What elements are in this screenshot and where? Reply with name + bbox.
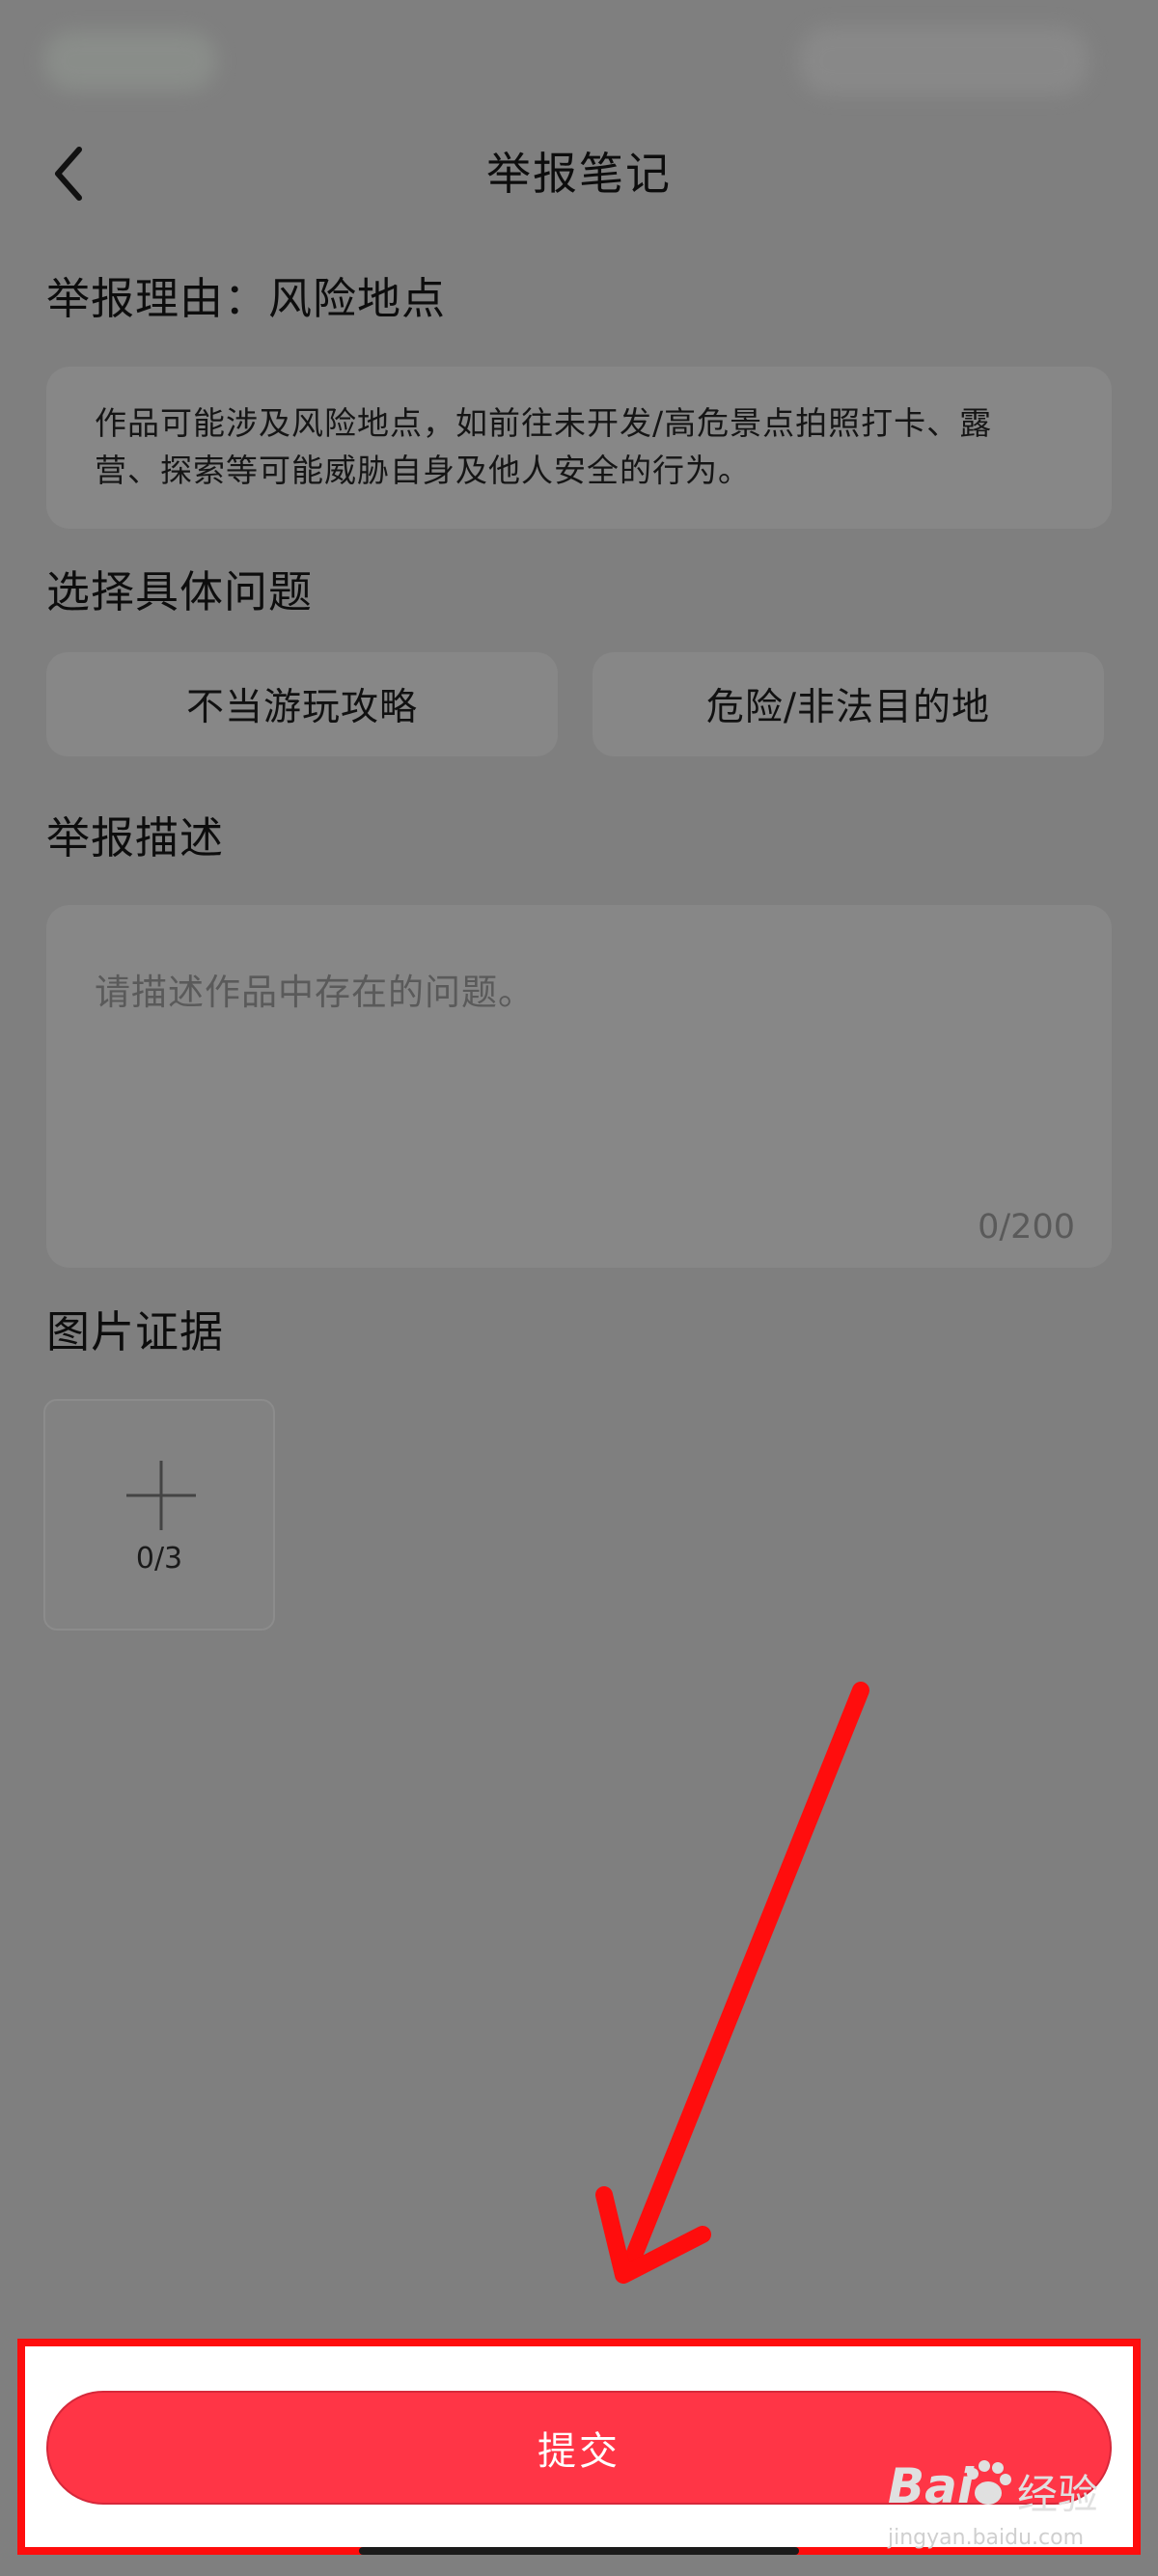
page-title: 举报笔记 <box>486 148 672 200</box>
image-count: 0/3 <box>135 1542 183 1576</box>
paw-icon <box>967 2460 1011 2505</box>
reason-description-box: 作品可能涉及风险地点，如前往未开发/高危景点拍照打卡、露 营、探索等可能威胁自身… <box>46 367 1112 529</box>
select-issue-label: 选择具体问题 <box>46 566 314 617</box>
plus-icon <box>126 1461 196 1530</box>
report-reason-label: 举报理由：风险地点 <box>46 273 447 324</box>
issue-option-inappropriate-travel-guide[interactable]: 不当游玩攻略 <box>46 652 558 756</box>
watermark-url: jingyan.baidu.com <box>888 2526 1085 2550</box>
watermark-product: 经验 <box>1017 2471 1099 2518</box>
report-description-label: 举报描述 <box>46 812 225 863</box>
baidu-jingyan-watermark: Bai 经验 jingyan.baidu.com <box>888 2458 1148 2555</box>
add-image-button[interactable]: 0/3 <box>43 1399 275 1631</box>
character-counter: 0/200 <box>978 1208 1075 1247</box>
description-placeholder: 请描述作品中存在的问题。 <box>95 972 535 1013</box>
status-bar-right-blurred <box>799 27 1089 95</box>
image-evidence-label: 图片证据 <box>46 1306 225 1357</box>
status-bar-left-blurred <box>43 31 217 91</box>
home-indicator <box>359 2547 799 2555</box>
description-textarea[interactable]: 请描述作品中存在的问题。 0/200 <box>46 905 1112 1268</box>
reason-description-line2: 营、探索等可能威胁自身及他人安全的行为。 <box>95 452 751 489</box>
reason-description-line1: 作品可能涉及风险地点，如前往未开发/高危景点拍照打卡、露 <box>95 404 993 442</box>
issue-option-dangerous-destination[interactable]: 危险/非法目的地 <box>593 652 1104 756</box>
